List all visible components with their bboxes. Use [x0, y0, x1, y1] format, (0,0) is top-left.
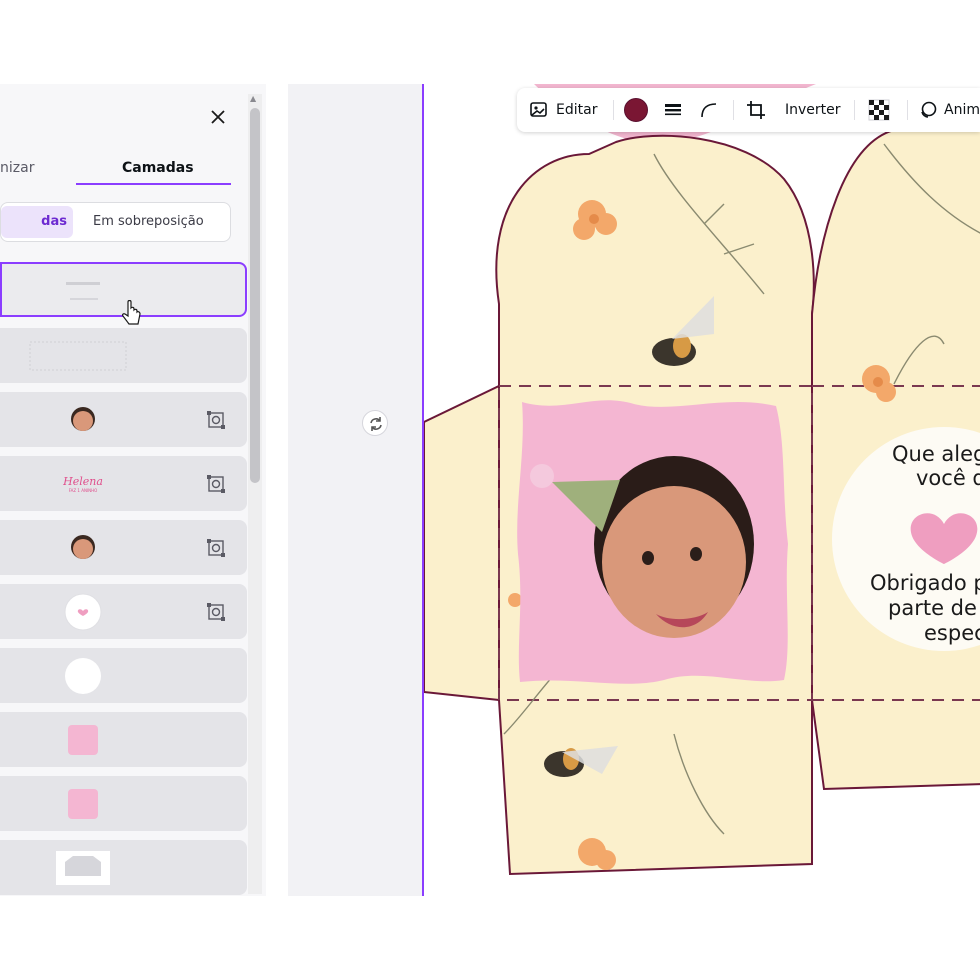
toolbar-divider	[907, 100, 908, 120]
layer-row-pink-frame[interactable]	[0, 712, 247, 767]
toolbar-divider	[613, 100, 614, 120]
pink-frame-thumb-icon	[68, 724, 98, 755]
layer-row-round-label[interactable]	[0, 584, 247, 639]
segment-all[interactable]: das	[1, 206, 73, 238]
flip-label: Inverter	[785, 102, 841, 118]
transparency-button[interactable]	[868, 88, 890, 132]
frame-fill-icon[interactable]	[206, 410, 226, 430]
dashed-lines-thumb-icon	[29, 341, 127, 371]
border-lines-icon	[665, 104, 681, 116]
edit-image-label: Editar	[556, 102, 598, 118]
layer-thumbnail	[64, 722, 102, 757]
transparency-checker-icon	[868, 99, 890, 121]
layer-row-name-logo[interactable]: Helena FAZ 1 ANINHO	[0, 456, 247, 511]
segment-overlapping[interactable]: Em sobreposição	[93, 206, 204, 238]
border-style-button[interactable]	[663, 88, 683, 132]
layer-thumbnail	[64, 530, 102, 565]
pink-frame-thumb-icon	[68, 788, 98, 819]
design-thanks-line2[interactable]: parte de	[888, 596, 977, 620]
text-layer-thumb-icon	[66, 282, 100, 300]
flip-button[interactable]: Inverter	[785, 88, 841, 132]
color-swatch	[624, 98, 648, 122]
design-greeting-line1[interactable]: Que aleg	[892, 442, 980, 466]
design-greeting-line2[interactable]: você d	[916, 466, 980, 490]
active-tab-indicator	[76, 183, 231, 185]
white-circle-thumb-icon	[65, 657, 101, 694]
layer-row-white-circle[interactable]	[0, 648, 247, 703]
layer-row-dashes[interactable]	[0, 328, 247, 383]
close-panel-button[interactable]	[205, 104, 231, 130]
frame-fill-icon[interactable]	[206, 602, 226, 622]
frame-fill-icon[interactable]	[206, 538, 226, 558]
layer-row-photo-2[interactable]	[0, 520, 247, 575]
app-window: Que aleg você d Obrigado p parte de espe…	[0, 0, 980, 980]
layer-row-pink-frame-2[interactable]	[0, 776, 247, 831]
baby-photo-thumb-icon	[71, 534, 95, 559]
toolbar-divider	[854, 100, 855, 120]
layer-thumbnail	[64, 786, 102, 821]
color-button[interactable]	[624, 88, 648, 132]
layer-thumb-sub: FAZ 1 ANINHO	[68, 487, 98, 493]
crop-button[interactable]	[745, 88, 767, 132]
layer-filter-segmented: das Em sobreposição	[0, 202, 231, 242]
layers-panel: ▲ nizar Camadas das Em sobreposição Hele…	[0, 84, 266, 896]
crop-icon	[747, 101, 765, 119]
panel-scrollbar-thumb[interactable]	[250, 108, 260, 483]
corner-radius-icon	[701, 103, 717, 118]
edit-image-button[interactable]: Editar	[529, 88, 597, 132]
animate-button[interactable]: Anim	[918, 88, 980, 132]
design-canvas[interactable]: Que aleg você d Obrigado p parte de espe…	[422, 84, 980, 896]
frame-fill-icon[interactable]	[206, 474, 226, 494]
close-icon	[211, 110, 225, 124]
layer-thumbnail	[64, 402, 102, 437]
image-edit-icon	[530, 102, 547, 117]
animate-icon	[921, 101, 937, 118]
toolbar-divider	[733, 100, 734, 120]
element-toolbar: Editar Inverter Anim	[517, 88, 980, 132]
corner-rounding-button[interactable]	[699, 88, 719, 132]
tab-organize[interactable]: nizar	[0, 160, 34, 176]
scroll-up-arrow-icon[interactable]: ▲	[250, 94, 256, 103]
rotate-icon	[370, 417, 382, 431]
layer-thumbnail	[64, 593, 102, 630]
layer-thumbnail	[28, 338, 128, 373]
tab-layers[interactable]: Camadas	[122, 160, 194, 176]
round-label-thumb-icon	[64, 593, 102, 630]
design-thanks-line1[interactable]: Obrigado p	[870, 571, 980, 595]
animate-label: Anim	[944, 102, 980, 118]
layer-row-photo[interactable]	[0, 392, 247, 447]
box-template-thumb-icon	[56, 850, 110, 885]
gift-box-template	[424, 84, 980, 876]
layer-thumbnail	[60, 274, 110, 309]
baby-photo-thumb-icon	[71, 406, 95, 431]
design-thanks-line3[interactable]: espec	[924, 621, 980, 645]
layer-thumbnail	[55, 850, 111, 885]
layer-thumbnail: Helena FAZ 1 ANINHO	[58, 466, 108, 501]
pointer-hand-icon	[122, 300, 141, 325]
layer-thumbnail	[64, 657, 102, 694]
layer-row-box-template[interactable]	[0, 840, 247, 895]
layer-thumb-name: Helena	[63, 474, 103, 488]
rotate-handle[interactable]	[362, 410, 388, 436]
